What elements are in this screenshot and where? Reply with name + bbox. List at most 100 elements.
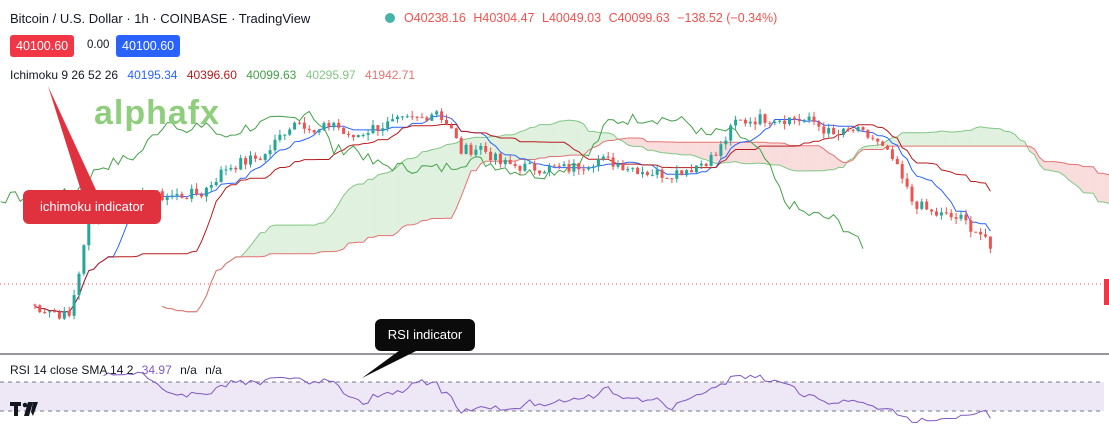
candle-body	[890, 149, 894, 159]
candle	[317, 128, 321, 136]
cloud-segment-bull	[1014, 134, 1020, 147]
candle	[440, 108, 444, 123]
cloud-segment-bull	[965, 130, 971, 147]
high-value: H40304.47	[473, 11, 535, 25]
candle	[930, 208, 934, 216]
cloud-segment-bull	[397, 161, 403, 233]
candle-body	[611, 157, 615, 167]
candle-body	[636, 167, 640, 175]
cloud-segment-bull	[417, 151, 422, 224]
candle-body	[861, 127, 865, 131]
candle	[302, 117, 306, 134]
cloud-segment-bear	[1083, 166, 1089, 194]
rsi-na-2: n/a	[205, 363, 222, 377]
cloud-segment-bull	[544, 124, 550, 158]
cloud-segment-bull	[593, 131, 599, 148]
ichimoku-callout-pointer	[48, 86, 96, 194]
candle-body	[552, 165, 556, 167]
candle-body	[278, 134, 282, 140]
candle	[425, 115, 429, 122]
cloud-segment-bear	[804, 145, 810, 171]
candle	[621, 159, 625, 171]
ichimoku-legend[interactable]: Ichimoku 9 26 52 26 40195.34 40396.60 40…	[10, 68, 421, 82]
rsi-legend[interactable]: RSI 14 close SMA 14 2 34.97 n/a n/a	[10, 363, 227, 377]
candle-body	[841, 128, 845, 135]
cloud-segment-bull	[505, 134, 511, 162]
candle-body	[797, 119, 801, 122]
candle-body	[582, 169, 586, 171]
candle-body	[33, 304, 37, 306]
candle	[812, 111, 816, 126]
candle	[626, 166, 630, 173]
candle-body	[479, 146, 483, 150]
candle-body	[410, 116, 414, 118]
cloud-segment-bull	[946, 131, 952, 147]
cloud-segment-bear	[740, 142, 746, 164]
candle-body	[62, 310, 66, 319]
watermark-text: alphafx	[94, 94, 221, 132]
candle-body	[204, 187, 208, 197]
candle-body	[239, 158, 243, 170]
candle-body	[415, 116, 419, 118]
candle	[611, 152, 615, 170]
candle-body	[381, 128, 385, 132]
candle	[366, 129, 370, 141]
candle	[920, 198, 924, 211]
candle-body	[768, 122, 772, 124]
candle	[513, 161, 517, 169]
candle-body	[739, 119, 742, 121]
candle-body	[459, 138, 463, 154]
candle	[582, 164, 586, 175]
rsi-label: RSI 14 close SMA 14 2	[10, 363, 134, 377]
candle	[195, 183, 199, 197]
cloud-segment-bull	[564, 120, 569, 157]
cloud-segment-bull	[578, 121, 584, 156]
candle	[704, 163, 708, 168]
cloud-segment-bear	[1054, 161, 1059, 173]
candle	[650, 169, 654, 177]
cloud-segment-bear	[676, 142, 682, 155]
buy-button[interactable]: 40100.60	[116, 35, 181, 57]
candle-body	[856, 127, 860, 131]
cloud-segment-bull	[990, 128, 996, 147]
candle-body	[214, 182, 218, 186]
candle-body	[807, 116, 811, 121]
sell-button[interactable]: 40100.60	[10, 35, 75, 57]
candle	[361, 133, 365, 138]
cloud-segment-bull	[956, 131, 961, 147]
spread-value: 0.00	[87, 39, 110, 51]
candle	[587, 165, 591, 172]
candle	[792, 115, 796, 125]
cloud-segment-bull	[931, 132, 937, 147]
rsi-band	[0, 382, 1104, 411]
cloud-segment-bull	[451, 143, 457, 219]
cloud-segment-bear	[1103, 173, 1108, 204]
candle-body	[244, 158, 248, 165]
candle	[802, 118, 806, 124]
cloud-segment-bear	[691, 142, 697, 157]
candle-body	[920, 201, 924, 209]
candle-body	[489, 151, 493, 161]
candle	[298, 120, 301, 125]
cloud-segment-bull	[921, 132, 927, 147]
candle-body	[587, 167, 591, 170]
symbol-title[interactable]: Bitcoin / U.S. Dollar · 1h · COINBASE · …	[10, 11, 310, 26]
candle-body	[675, 170, 679, 179]
candle-body	[209, 185, 213, 188]
cloud-segment-bear	[799, 145, 805, 171]
candle	[288, 127, 292, 137]
candle-body	[288, 129, 292, 135]
candle	[665, 177, 669, 180]
cloud-segment-bear	[745, 142, 751, 164]
cloud-segment-bull	[529, 127, 535, 160]
candle	[592, 164, 595, 173]
candle	[400, 115, 404, 121]
cloud-segment-bear	[1098, 173, 1104, 202]
candle-body	[969, 220, 973, 232]
tradingview-logo-icon[interactable]	[10, 400, 40, 418]
candle-body	[851, 129, 855, 131]
candle-body	[660, 169, 664, 178]
candle	[239, 154, 243, 171]
candle-body	[670, 178, 674, 180]
candle	[190, 184, 194, 203]
